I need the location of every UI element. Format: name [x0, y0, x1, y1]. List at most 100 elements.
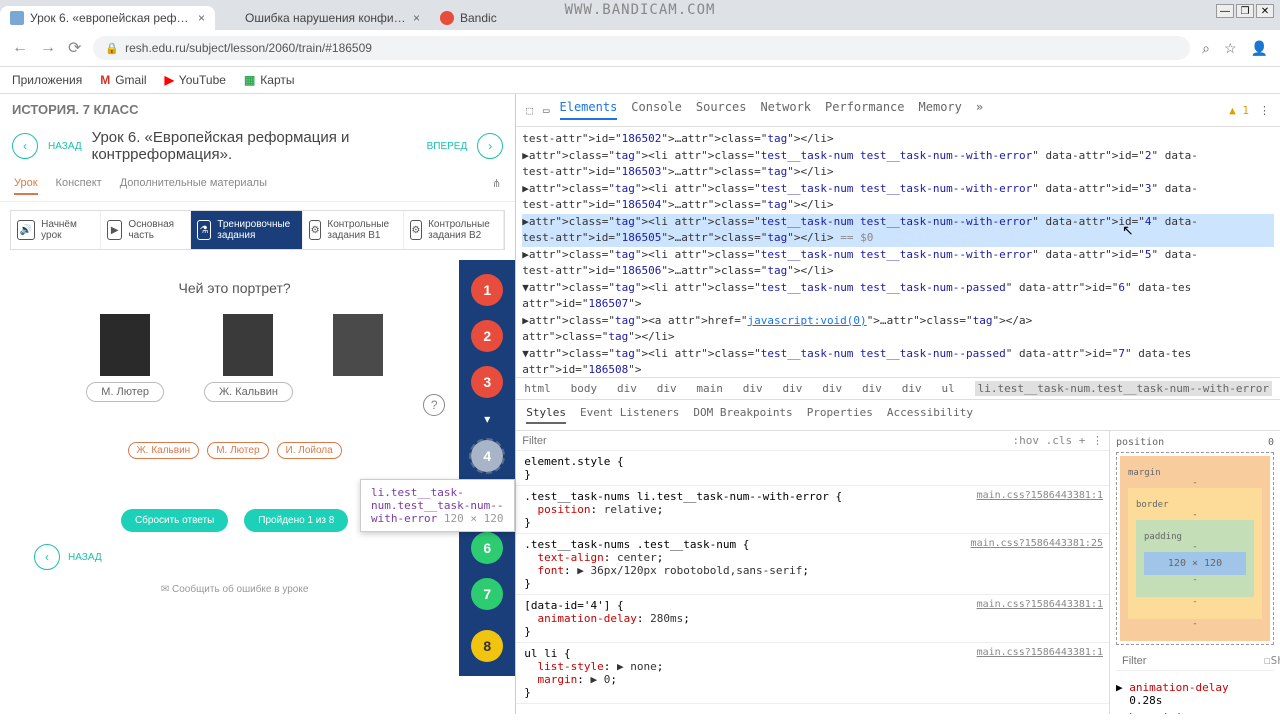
back-circle-icon[interactable]: ‹ — [34, 544, 60, 570]
more-icon[interactable]: ⋮ — [1092, 434, 1103, 447]
bookmark-maps[interactable]: ▦Карты — [244, 73, 295, 87]
hov-toggle[interactable]: :hov — [1013, 434, 1040, 447]
subtab-extra[interactable]: Дополнительные материалы — [120, 177, 267, 195]
forward-circle-icon[interactable]: › — [477, 133, 503, 159]
reload-icon[interactable]: ⟳ — [68, 38, 81, 58]
window-controls: — ❐ ✕ — [1216, 4, 1274, 18]
back-link-bottom[interactable]: НАЗАД — [68, 552, 102, 563]
tab-properties[interactable]: Properties — [807, 406, 873, 424]
chip-3[interactable]: И. Лойола — [277, 442, 342, 459]
window-close[interactable]: ✕ — [1256, 4, 1274, 18]
module-training[interactable]: ⚗Тренировочные задания — [191, 211, 303, 249]
module-main[interactable]: ▶Основная часть — [101, 211, 191, 249]
device-icon[interactable]: ▭ — [543, 104, 550, 117]
lesson-page: ИСТОРИЯ. 7 КЛАСС ‹ НАЗАД Урок 6. «Европе… — [0, 94, 516, 714]
module-test-b1[interactable]: ⚙Контрольные задания В1 — [303, 211, 404, 249]
tab-title: Ошибка нарушения конфиден — [245, 11, 407, 25]
lesson-title: Урок 6. «Европейская реформация и контрр… — [92, 129, 417, 163]
task-num-4[interactable]: 4 — [471, 440, 503, 472]
star-icon[interactable]: ☆ — [1224, 40, 1237, 57]
back-circle-icon[interactable]: ‹ — [12, 133, 38, 159]
dom-tree[interactable]: test-attr">id="186502">…attr">class="tag… — [516, 127, 1280, 377]
task-num-1[interactable]: 1 — [471, 274, 503, 306]
inspect-icon[interactable]: ⬚ — [526, 104, 533, 117]
task-num-6[interactable]: 6 — [471, 532, 503, 564]
dom-breadcrumb[interactable]: html body div div main div div div div d… — [516, 377, 1280, 400]
window-minimize[interactable]: — — [1216, 4, 1234, 18]
bookmark-youtube[interactable]: ▶YouTube — [165, 73, 226, 87]
bookmarks-bar: Приложения MGmail ▶YouTube ▦Карты — [0, 67, 1280, 94]
task-num-7[interactable]: 7 — [471, 578, 503, 610]
speaker-icon: 🔊 — [17, 220, 35, 240]
tab-sources[interactable]: Sources — [696, 100, 747, 120]
browser-tab-1[interactable]: Урок 6. «европейская реформа × — [0, 6, 215, 30]
tab-title: Bandic — [460, 11, 497, 25]
portrait-2[interactable]: Ж. Кальвин — [204, 314, 293, 402]
url-text: resh.edu.ru/subject/lesson/2060/train/#1… — [125, 41, 372, 55]
report-error-link[interactable]: ✉ Сообщить об ошибке в уроке — [20, 584, 449, 595]
warning-badge[interactable]: ▲ 1 — [1229, 104, 1249, 117]
share-icon[interactable]: ⋔ — [492, 177, 501, 195]
tab-console[interactable]: Console — [631, 100, 682, 120]
subtab-lesson[interactable]: Урок — [14, 177, 38, 195]
cls-toggle[interactable]: .cls — [1046, 434, 1073, 447]
forward-icon[interactable]: → — [40, 39, 56, 57]
quiz-area: Чей это портрет? М. Лютер Ж. Кальвин Ж. … — [10, 260, 459, 676]
tab-elements[interactable]: Elements — [560, 100, 618, 120]
tab-network[interactable]: Network — [760, 100, 811, 120]
bookmark-gmail[interactable]: MGmail — [100, 73, 146, 87]
subtab-notes[interactable]: Конспект — [56, 177, 102, 195]
gear-icon: ⚙ — [309, 220, 322, 240]
chip-1[interactable]: Ж. Кальвин — [128, 442, 200, 459]
back-icon[interactable]: ← — [12, 39, 28, 57]
computed-filter-input[interactable] — [1122, 655, 1264, 667]
flask-icon: ⚗ — [197, 220, 211, 240]
apps-label[interactable]: Приложения — [12, 73, 82, 87]
chip-2[interactable]: М. Лютер — [207, 442, 268, 459]
settings-icon[interactable]: ⋮ — [1259, 104, 1270, 117]
progress-button[interactable]: Пройдено 1 из 8 — [244, 509, 348, 532]
answer-chips: Ж. Кальвин М. Лютер И. Лойола — [20, 442, 449, 459]
tab-breakpoints[interactable]: DOM Breakpoints — [693, 406, 792, 424]
question-text: Чей это портрет? — [20, 280, 449, 296]
browser-tab-3[interactable]: Bandic — [430, 6, 507, 30]
more-icon[interactable]: » — [976, 100, 983, 120]
search-icon[interactable]: ⌕ — [1202, 40, 1210, 57]
tab-title: Урок 6. «европейская реформа — [30, 11, 192, 25]
profile-icon[interactable]: 👤 — [1251, 40, 1268, 57]
computed-panel: position0 margin- border- padding- 120 ×… — [1110, 431, 1280, 714]
reset-button[interactable]: Сбросить ответы — [121, 509, 228, 532]
lock-icon: 🔒 — [105, 42, 119, 55]
tab-a11y[interactable]: Accessibility — [887, 406, 973, 424]
module-test-b2[interactable]: ⚙Контрольные задания В2 — [404, 211, 505, 249]
play-icon: ▶ — [107, 220, 122, 240]
inspect-tooltip: li.test__task-num.test__task-num--with-e… — [360, 479, 515, 532]
styles-tabs: Styles Event Listeners DOM Breakpoints P… — [516, 400, 1280, 431]
forward-link[interactable]: ВПЕРЕД — [427, 141, 468, 152]
task-num-8[interactable]: 8 — [471, 630, 503, 662]
portrait-3[interactable] — [333, 314, 383, 402]
watermark-text: WWW.BANDICAM.COM — [565, 2, 716, 18]
module-tabs: 🔊Начнём урок ▶Основная часть ⚗Тренировоч… — [10, 210, 505, 250]
back-link[interactable]: НАЗАД — [48, 141, 82, 152]
add-rule-icon[interactable]: + — [1079, 434, 1086, 447]
task-num-2[interactable]: 2 — [471, 320, 503, 352]
module-start[interactable]: 🔊Начнём урок — [11, 211, 101, 249]
task-number-list: 1 2 3 ▾ 4 5 6 7 8 — [459, 260, 515, 676]
tab-performance[interactable]: Performance — [825, 100, 904, 120]
browser-tab-2[interactable]: Ошибка нарушения конфиден × — [215, 6, 430, 30]
lesson-subtabs: Урок Конспект Дополнительные материалы ⋔ — [0, 171, 515, 202]
window-maximize[interactable]: ❐ — [1236, 4, 1254, 18]
task-num-3[interactable]: 3 — [471, 366, 503, 398]
portrait-1[interactable]: М. Лютер — [86, 314, 164, 402]
close-icon[interactable]: × — [198, 11, 205, 25]
url-input[interactable]: 🔒 resh.edu.ru/subject/lesson/2060/train/… — [93, 36, 1190, 60]
tab-styles[interactable]: Styles — [526, 406, 566, 424]
tab-listeners[interactable]: Event Listeners — [580, 406, 679, 424]
styles-filter-input[interactable] — [522, 435, 1012, 447]
tab-memory[interactable]: Memory — [919, 100, 962, 120]
close-icon[interactable]: × — [413, 11, 420, 25]
devtools-panel: ⬚ ▭ Elements Console Sources Network Per… — [516, 94, 1280, 714]
devtools-tabs: Elements Console Sources Network Perform… — [560, 100, 984, 120]
css-rules: :hov .cls + ⋮ element.style {}.test__tas… — [516, 431, 1110, 714]
